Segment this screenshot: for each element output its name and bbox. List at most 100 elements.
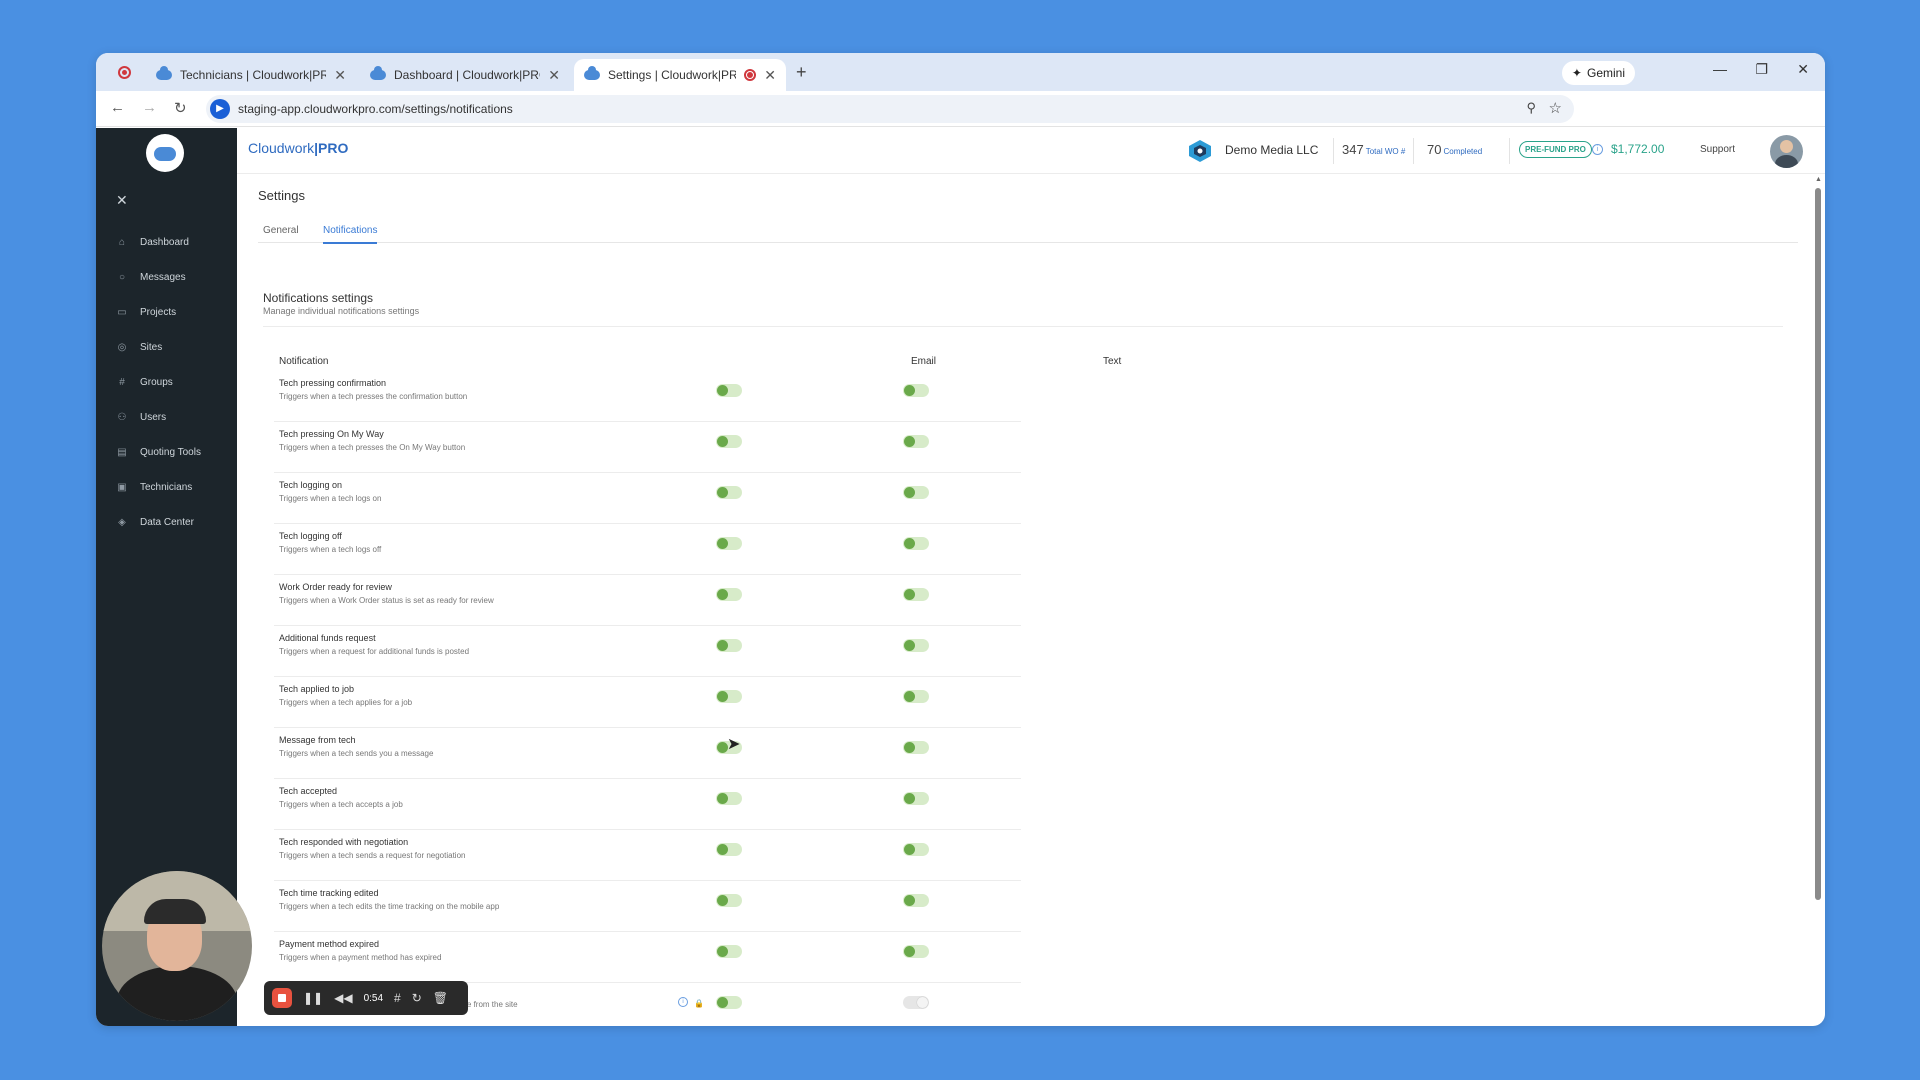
- email-toggle[interactable]: [716, 945, 742, 958]
- email-toggle[interactable]: [716, 690, 742, 703]
- email-toggle[interactable]: [716, 894, 742, 907]
- close-tab-icon[interactable]: ✕: [548, 67, 560, 84]
- close-sidebar-icon[interactable]: ✕: [116, 192, 128, 209]
- app-logo[interactable]: [146, 134, 184, 172]
- email-toggle[interactable]: [716, 384, 742, 397]
- text-toggle[interactable]: [903, 843, 929, 856]
- avatar[interactable]: [1770, 135, 1803, 168]
- notification-description: Triggers when a payment method has expir…: [279, 953, 442, 962]
- brand-wordmark[interactable]: Cloudwork|PRO: [248, 140, 348, 156]
- text-toggle[interactable]: [903, 741, 929, 754]
- notification-description: Triggers when a tech edits the time trac…: [279, 902, 500, 911]
- toggle-knob: [717, 793, 728, 804]
- email-toggle[interactable]: [716, 486, 742, 499]
- sidebar-item-dashboard[interactable]: ⌂ Dashboard: [116, 234, 189, 250]
- text-toggle[interactable]: [903, 486, 929, 499]
- sidebar-item-messages[interactable]: ○ Messages: [116, 269, 186, 285]
- sparkle-icon: ✦: [1571, 66, 1582, 80]
- sidebar-item-quoting-tools[interactable]: ▤ Quoting Tools: [116, 444, 201, 460]
- text-toggle[interactable]: [903, 588, 929, 601]
- text-toggle[interactable]: [903, 639, 929, 652]
- sidebar-item-data-center[interactable]: ◈ Data Center: [116, 514, 194, 530]
- notification-row: Tech logging off Triggers when a tech log…: [274, 524, 1021, 575]
- cloud-favicon-icon: [156, 66, 172, 80]
- text-toggle[interactable]: [903, 996, 929, 1009]
- sidebar-item-sites[interactable]: ◎ Sites: [116, 339, 163, 355]
- text-toggle[interactable]: [903, 792, 929, 805]
- trash-icon[interactable]: 🗑: [433, 991, 448, 1005]
- tab-notifications[interactable]: Notifications: [323, 225, 378, 244]
- toggle-knob: [717, 385, 728, 396]
- notification-description: Triggers when a request for additional f…: [279, 647, 470, 656]
- sidebar-item-groups[interactable]: # Groups: [116, 374, 173, 390]
- tab-general[interactable]: General: [263, 225, 299, 236]
- close-tab-icon[interactable]: ✕: [764, 67, 776, 84]
- sidebar-item-label: Data Center: [140, 516, 194, 528]
- back-icon[interactable]: ←: [110, 99, 125, 116]
- sidebar-item-technicians[interactable]: ▣ Technicians: [116, 479, 192, 495]
- pre-fund-badge[interactable]: PRE-FUND PRO: [1519, 141, 1592, 158]
- browser-window: Technicians | Cloudwork|PRO ✕ Dashboard …: [96, 53, 1825, 1026]
- email-toggle[interactable]: [716, 792, 742, 805]
- support-link[interactable]: Support: [1700, 144, 1735, 155]
- scrollbar[interactable]: ▲: [1815, 174, 1822, 1026]
- text-toggle[interactable]: [903, 690, 929, 703]
- minimize-icon[interactable]: —: [1713, 61, 1727, 77]
- restore-icon[interactable]: ❐: [1755, 61, 1768, 78]
- restart-icon[interactable]: ↻: [412, 991, 422, 1005]
- email-toggle[interactable]: [716, 588, 742, 601]
- info-icon[interactable]: i: [678, 997, 688, 1007]
- recorder-controls: ❚❚ ◀◀ 0:54 # ↻ 🗑: [264, 981, 468, 1015]
- divider: [1509, 138, 1510, 164]
- notification-title: Tech pressing confirmation: [279, 378, 387, 388]
- site-info-icon[interactable]: ▶: [210, 99, 230, 119]
- text-toggle[interactable]: [903, 537, 929, 550]
- text-toggle[interactable]: [903, 945, 929, 958]
- text-toggle[interactable]: [903, 435, 929, 448]
- cloud-favicon-icon: [584, 66, 600, 80]
- scroll-up-icon[interactable]: ▲: [1815, 176, 1822, 183]
- close-tab-icon[interactable]: ✕: [334, 67, 346, 84]
- forward-icon[interactable]: →: [142, 99, 157, 116]
- email-toggle[interactable]: [716, 537, 742, 550]
- close-window-icon[interactable]: ✕: [1797, 61, 1809, 78]
- balance-amount: $1,772.00: [1611, 142, 1665, 156]
- folder-icon: ▭: [117, 306, 127, 318]
- info-icon[interactable]: i: [1592, 144, 1603, 155]
- tab-title: Dashboard | Cloudwork|PRO: [394, 68, 541, 82]
- text-toggle[interactable]: [903, 384, 929, 397]
- completed-metric[interactable]: 70 Completed: [1427, 142, 1482, 157]
- bookmark-star-icon[interactable]: ☆: [1549, 99, 1562, 117]
- browser-tab-settings[interactable]: Settings | Cloudwork|PRO ✕: [574, 59, 786, 91]
- company-name[interactable]: Demo Media LLC: [1225, 143, 1318, 157]
- notification-description: Triggers when a tech presses the On My W…: [279, 443, 466, 452]
- sidebar-item-projects[interactable]: ▭ Projects: [116, 304, 176, 320]
- sidebar-item-users[interactable]: ⚇ Users: [116, 409, 167, 425]
- browser-tab-technicians[interactable]: Technicians | Cloudwork|PRO ✕: [146, 59, 356, 91]
- address-bar[interactable]: ▶ staging-app.cloudworkpro.com/settings/…: [206, 95, 1574, 123]
- email-toggle[interactable]: [716, 843, 742, 856]
- email-toggle[interactable]: [716, 996, 742, 1009]
- rewind-icon[interactable]: ◀◀: [334, 991, 352, 1005]
- email-toggle[interactable]: [716, 639, 742, 652]
- new-tab-button[interactable]: +: [796, 62, 807, 83]
- url-text[interactable]: staging-app.cloudworkpro.com/settings/no…: [238, 102, 513, 116]
- grid-icon[interactable]: #: [394, 991, 401, 1005]
- text-toggle[interactable]: [903, 894, 929, 907]
- notification-title: Tech logging off: [279, 531, 342, 541]
- total-wo-metric[interactable]: 347 Total WO #: [1342, 142, 1405, 157]
- gemini-label: Gemini: [1586, 66, 1625, 80]
- toggle-knob: [904, 691, 915, 702]
- scrollbar-thumb[interactable]: [1815, 188, 1821, 900]
- toggle-knob: [904, 844, 915, 855]
- toggle-knob: [904, 946, 915, 957]
- divider: [1333, 138, 1334, 164]
- email-toggle[interactable]: [716, 435, 742, 448]
- stop-recording-button[interactable]: [272, 988, 292, 1008]
- webcam-person-body: [117, 966, 237, 1021]
- pause-icon[interactable]: ❚❚: [303, 991, 323, 1005]
- reload-icon[interactable]: ↻: [174, 99, 187, 117]
- gemini-button[interactable]: ✦ Gemini: [1561, 61, 1635, 85]
- browser-tab-dashboard[interactable]: Dashboard | Cloudwork|PRO ✕: [360, 59, 570, 91]
- zoom-icon[interactable]: ⚲: [1526, 100, 1536, 116]
